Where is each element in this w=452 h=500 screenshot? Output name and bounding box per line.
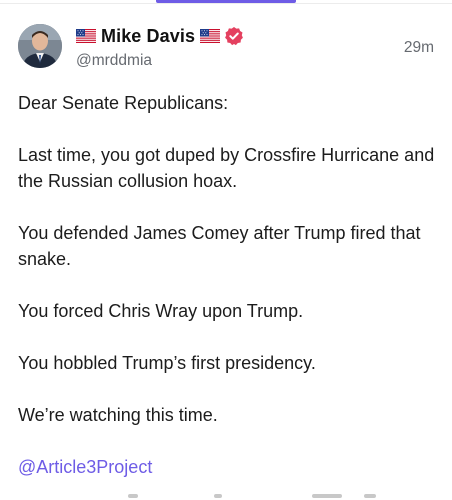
post-timestamp[interactable]: 29m xyxy=(404,39,434,57)
post-paragraph: You hobbled Trump’s first presidency. xyxy=(18,353,316,373)
cropped-glyph xyxy=(214,494,222,498)
cropped-action-bar xyxy=(0,494,452,500)
top-divider xyxy=(0,3,452,4)
post-paragraph: Dear Senate Republicans: xyxy=(18,93,229,113)
post-paragraph: Last time, you got duped by Crossfire Hu… xyxy=(18,145,440,191)
us-flag-icon xyxy=(76,29,96,43)
post-paragraph: You forced Chris Wray upon Trump. xyxy=(18,301,304,321)
author-name-row[interactable]: Mike Davis xyxy=(76,25,244,47)
us-flag-icon xyxy=(200,29,221,43)
verified-badge-icon xyxy=(224,26,244,46)
post-header: Mike Davis @mrddmia 29m xyxy=(18,22,434,74)
post-body: Dear Senate Republicans: Last time, you … xyxy=(18,90,438,480)
author-display-name[interactable]: Mike Davis xyxy=(101,26,195,47)
avatar[interactable] xyxy=(18,24,62,68)
cropped-glyph xyxy=(364,494,376,498)
avatar-photo xyxy=(18,24,62,68)
mention-link[interactable]: @Article3Project xyxy=(18,454,438,480)
cropped-glyph xyxy=(312,494,342,498)
cropped-glyph xyxy=(128,494,138,498)
author-handle[interactable]: @mrddmia xyxy=(76,52,152,70)
post-paragraph: We’re watching this time. xyxy=(18,405,218,425)
post-paragraph: You defended James Comey after Trump fir… xyxy=(18,223,426,269)
